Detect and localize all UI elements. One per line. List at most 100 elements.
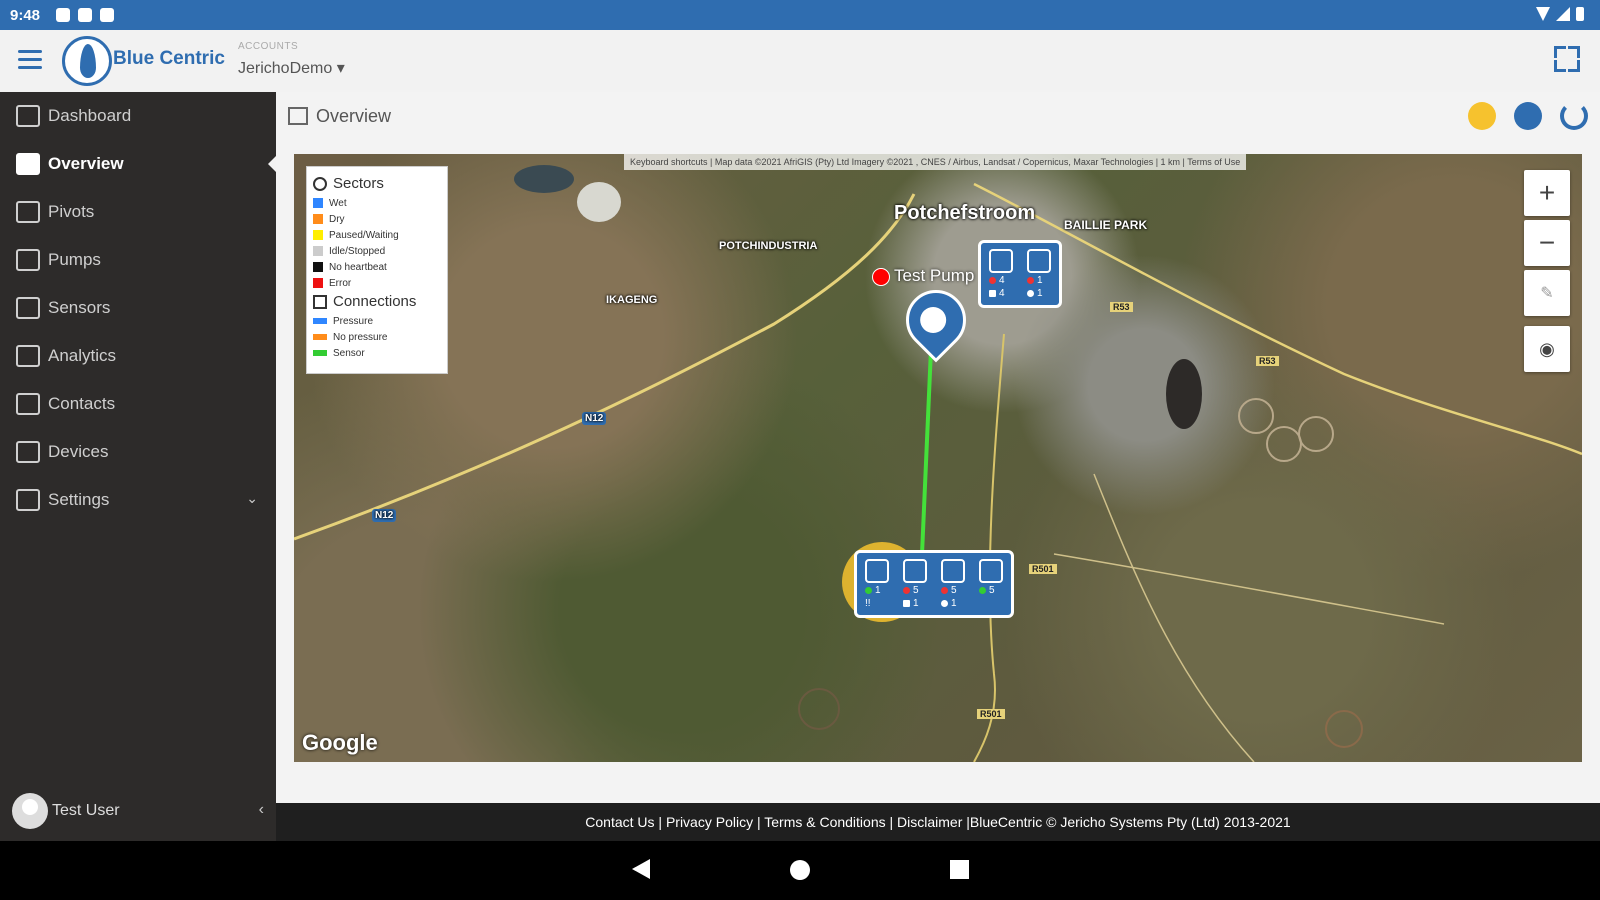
hide-labels-icon[interactable]: ✎ [1524, 270, 1570, 316]
eye-icon[interactable]: ◉ [1524, 326, 1570, 372]
main-content: Overview Keyboard shortcuts | Map data ©… [276, 92, 1600, 803]
sidebar: Dashboard Overview Pivots Pumps Sensors … [0, 92, 276, 841]
avatar [12, 793, 48, 829]
sensor-icon [16, 297, 40, 319]
place-label: BAILLIE PARK [1064, 218, 1148, 232]
sidebar-item-pumps[interactable]: Pumps [0, 236, 276, 284]
notification-icon [56, 8, 71, 22]
pivot-icon [865, 559, 889, 583]
road-r501 [973, 333, 1005, 762]
sensor-connection-line [920, 348, 933, 555]
app-header: Blue Centric ACCOUNTS JerichoDemo ▾ [0, 30, 1600, 93]
pump-icon [914, 301, 952, 339]
sidebar-item-overview[interactable]: Overview [0, 140, 276, 188]
overview-icon [288, 107, 308, 125]
cluster-stat: 1 [865, 585, 889, 596]
sidebar-item-analytics[interactable]: Analytics [0, 332, 276, 380]
user-name: Test User [52, 802, 120, 819]
contacts-icon [16, 393, 40, 415]
place-label: POTCHINDUSTRIA [719, 240, 818, 252]
legend-item: Dry [313, 211, 441, 227]
map-cluster-marker[interactable]: 4 1 4 1 [978, 240, 1062, 308]
zoom-out-button[interactable]: − [1524, 220, 1570, 266]
cluster-stat: 5 [903, 585, 927, 596]
home-icon[interactable] [790, 860, 810, 880]
pivot-circle [1325, 710, 1363, 748]
active-indicator [268, 156, 276, 172]
legend-item: Pressure [313, 313, 441, 329]
menu-icon[interactable] [18, 50, 42, 70]
notification-icons [56, 8, 115, 22]
sidebar-item-sensors[interactable]: Sensors [0, 284, 276, 332]
route-shield: N12 [582, 412, 607, 425]
page-header: Overview [276, 92, 1600, 140]
bluecentric-logo-icon [62, 36, 112, 86]
app-logo-text: Blue Centric [113, 48, 225, 69]
legend-item: Error [313, 275, 441, 291]
connections-icon [313, 294, 327, 309]
header-actions [1468, 102, 1588, 130]
satellite-map[interactable]: Keyboard shortcuts | Map data ©2021 Afri… [294, 154, 1582, 762]
sensor-icon [941, 559, 965, 583]
pump-marker[interactable] [872, 268, 890, 286]
recents-icon[interactable] [950, 860, 969, 879]
cluster-stat: 1 [1027, 288, 1051, 299]
map-attribution[interactable]: Keyboard shortcuts | Map data ©2021 Afri… [624, 154, 1247, 170]
zoom-in-button[interactable]: + [1524, 170, 1570, 216]
sidebar-item-label: Pivots [48, 202, 95, 221]
sidebar-item-dashboard[interactable]: Dashboard [0, 92, 276, 140]
legend-sectors-title: Sectors [313, 175, 441, 192]
chevron-down-icon[interactable]: ⌄ [246, 490, 258, 507]
sidebar-item-contacts[interactable]: Contacts [0, 380, 276, 428]
place-label: IKAGENG [606, 294, 658, 306]
route-shield: N12 [372, 509, 397, 522]
sidebar-item-label: Settings [48, 490, 110, 509]
account-selector[interactable]: JerichoDemo ▾ [238, 58, 345, 78]
collapse-sidebar-icon[interactable]: ‹ [259, 801, 264, 819]
cluster-stat [979, 598, 1003, 609]
sidebar-item-label: Overview [48, 154, 124, 173]
sidebar-item-label: Devices [48, 442, 109, 461]
pivot-circle [1238, 398, 1274, 434]
sidebar-item-pivots[interactable]: Pivots [0, 188, 276, 236]
weather-icon [979, 559, 1003, 583]
sidebar-item-devices[interactable]: Devices [0, 428, 276, 476]
signal-icon [1556, 7, 1570, 21]
legend-item: Wet [313, 195, 441, 211]
pump-icon [16, 249, 40, 271]
cluster-stat: 1 [903, 598, 927, 609]
road-minor [1093, 473, 1255, 762]
notification-icon [78, 8, 93, 22]
refresh-icon[interactable] [1560, 102, 1588, 130]
route-shield: R53 [1256, 356, 1279, 366]
dam-water [514, 165, 574, 193]
status-bar: 9:48 [0, 0, 1600, 30]
sector-icon [313, 176, 327, 191]
android-nav-bar [0, 841, 1600, 900]
pivot-circle [798, 688, 840, 730]
legend-item: Paused/Waiting [313, 227, 441, 243]
cluster-stat: 5 [979, 585, 1003, 596]
map-cluster-marker[interactable]: 1 5 5 5 !! 1 1 [854, 550, 1014, 618]
map-legend: Sectors Wet Dry Paused/Waiting Idle/Stop… [306, 166, 448, 374]
pivot-circle [1298, 416, 1334, 452]
fullscreen-icon[interactable] [1554, 46, 1580, 72]
globe-icon[interactable] [1514, 102, 1542, 130]
wifi-icon [1536, 7, 1550, 21]
overview-icon [16, 153, 40, 175]
google-logo: Google [302, 730, 378, 755]
footer: Contact Us | Privacy Policy | Terms & Co… [276, 803, 1600, 841]
pivot-circle [1266, 426, 1302, 462]
pump-label: Test Pump [894, 266, 975, 285]
legend-item: Sensor [313, 345, 441, 361]
sidebar-item-settings[interactable]: Settings ⌄ [0, 476, 276, 524]
device-icon [16, 441, 40, 463]
pump-icon [989, 249, 1013, 273]
back-icon[interactable] [632, 859, 650, 879]
gear-icon [16, 489, 40, 511]
footer-links[interactable]: Contact Us | Privacy Policy | Terms & Co… [585, 814, 1290, 830]
analytics-icon [16, 345, 40, 367]
day-mode-icon[interactable] [1468, 102, 1496, 130]
user-profile[interactable]: Test User [12, 793, 120, 829]
sidebar-item-label: Contacts [48, 394, 116, 413]
